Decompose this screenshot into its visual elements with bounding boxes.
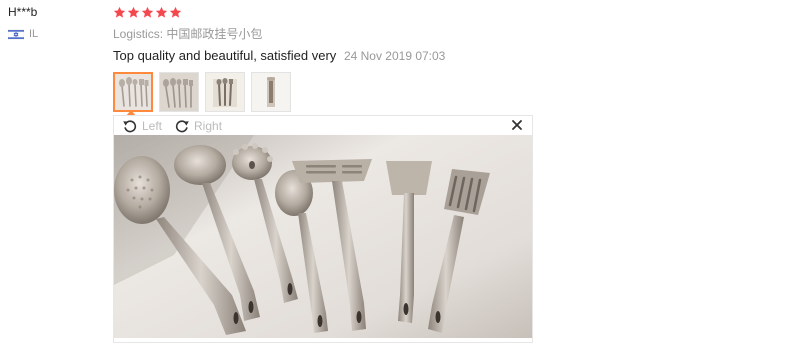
country-code: IL — [29, 28, 39, 40]
reviewer-name: H***b — [8, 5, 38, 19]
review-photo-thumbnail[interactable] — [205, 72, 245, 112]
rotate-left-button[interactable]: Left — [122, 118, 162, 134]
star-icon — [155, 6, 168, 19]
review-date: 24 Nov 2019 07:03 — [343, 49, 446, 63]
review-photo-large — [114, 135, 532, 338]
photo-viewer: Left Right — [113, 115, 533, 343]
review-photo-thumbnail[interactable] — [113, 72, 153, 112]
israel-flag-icon — [8, 28, 24, 40]
star-icon — [169, 6, 182, 19]
review-photo-thumbnails — [113, 72, 773, 112]
star-icon — [127, 6, 140, 19]
star-rating — [113, 4, 773, 20]
review-photo-thumbnail[interactable] — [159, 72, 199, 112]
star-icon — [141, 6, 154, 19]
close-viewer-button[interactable] — [510, 118, 524, 132]
close-icon — [510, 120, 524, 135]
review-photo-thumbnail[interactable] — [251, 72, 291, 112]
rotate-right-label: Right — [194, 118, 223, 133]
reviewer-info: H***b IL — [8, 5, 98, 40]
review-comment: Top quality and beautiful, satisfied ver… — [113, 48, 337, 63]
rotate-left-icon — [122, 118, 138, 134]
star-icon — [113, 6, 126, 19]
rotate-right-button[interactable]: Right — [174, 118, 222, 134]
logistics-info: Logistics: 中国邮政挂号小包 — [113, 27, 263, 41]
review-comment-line: Top quality and beautiful, satisfied ver… — [113, 48, 773, 64]
rotate-left-label: Left — [142, 118, 163, 133]
reviewer-country: IL — [8, 28, 98, 40]
review-content: Logistics: 中国邮政挂号小包 Top quality and beau… — [113, 4, 773, 112]
viewer-toolbar: Left Right — [114, 116, 532, 135]
rotate-right-icon — [174, 118, 190, 134]
